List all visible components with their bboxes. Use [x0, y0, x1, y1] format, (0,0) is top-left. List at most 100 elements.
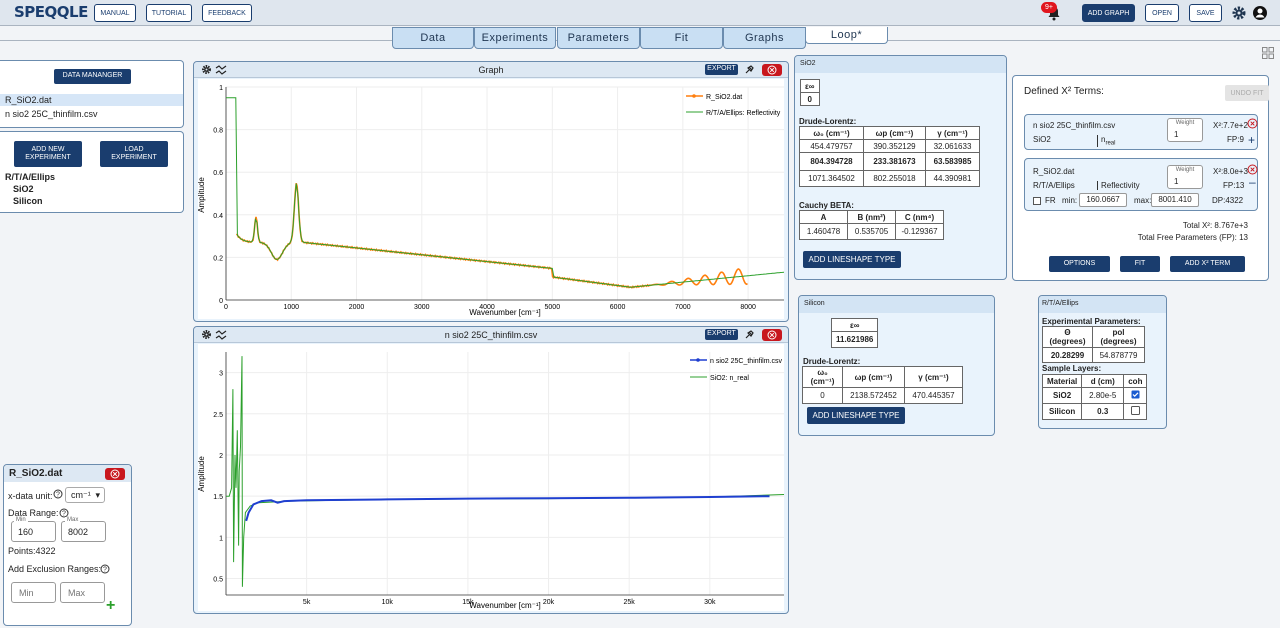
- feedback-button[interactable]: FEEDBACK: [202, 4, 252, 22]
- column-header: d (cm): [1081, 374, 1125, 388]
- load-experiment-button[interactable]: LOAD EXPERIMENT: [100, 141, 168, 167]
- save-button[interactable]: SAVE: [1189, 4, 1222, 22]
- user-account-icon[interactable]: [1252, 5, 1268, 21]
- layer-item-silicon[interactable]: Silicon: [13, 196, 43, 206]
- remove-term-icon[interactable]: [1247, 118, 1258, 129]
- table-cell[interactable]: 63.583985: [925, 152, 980, 171]
- weight-input[interactable]: Weight 1: [1167, 118, 1203, 142]
- table-cell[interactable]: 1.460478: [799, 223, 848, 240]
- table-cell[interactable]: -0.129367: [895, 223, 944, 240]
- close-graph-button[interactable]: [762, 64, 782, 76]
- export-button[interactable]: EXPORT: [705, 329, 738, 340]
- table-cell[interactable]: 804.394728: [799, 152, 864, 171]
- y-tick-label: 0.5: [213, 577, 223, 584]
- table-cell[interactable]: 0: [802, 387, 843, 404]
- table-cell[interactable]: 233.381673: [863, 152, 926, 171]
- export-button[interactable]: EXPORT: [705, 64, 738, 75]
- tab-parameters[interactable]: Parameters: [557, 27, 640, 49]
- add-new-experiment-button[interactable]: ADD NEW EXPERIMENT: [14, 141, 82, 167]
- sio2-parameters-panel: SiO2 ε∞ 0 Drude-Lorentz: ω₀ (cm⁻¹) ωp (cm⁻…: [794, 55, 1007, 280]
- table-cell[interactable]: 390.352129: [863, 139, 926, 153]
- table-cell[interactable]: 0.535705: [847, 223, 896, 240]
- tab-fit[interactable]: Fit: [640, 27, 723, 49]
- table-cell[interactable]: 32.061633: [925, 139, 980, 153]
- graph-panel-reflectivity: Graph EXPORT 1 0.8 0.6 0.4 0.2 0 0 1000 2000 3000…: [193, 61, 789, 322]
- add-lineshape-button[interactable]: ADD LINESHAPE TYPE: [807, 407, 905, 424]
- coherent-checkbox[interactable]: [1123, 403, 1148, 420]
- tab-loop[interactable]: Loop*: [805, 27, 888, 44]
- pin-icon[interactable]: [744, 329, 755, 340]
- undo-fit-button[interactable]: UNDO FIT: [1225, 85, 1269, 101]
- einf-table: ε∞ 11.621986: [830, 318, 879, 348]
- add-graph-button[interactable]: ADD GRAPH: [1082, 4, 1135, 22]
- total-chi-squared: Total X²: 8.767e+3: [1182, 221, 1248, 230]
- sample-layers-table: Material d (cm) coh SiO2 2.80e-5 Silicon 0.3: [1041, 374, 1148, 420]
- fit-range-min-input[interactable]: 160.0667: [1079, 193, 1127, 207]
- x-tick-label: 30k: [704, 599, 716, 606]
- free-range-checkbox[interactable]: [1033, 197, 1041, 205]
- weight-input[interactable]: Weight 1: [1167, 165, 1203, 189]
- table-cell[interactable]: 454.479757: [799, 139, 864, 153]
- x-tick-label: 8000: [740, 304, 756, 311]
- add-exclusion-icon[interactable]: +: [106, 598, 115, 614]
- tab-data[interactable]: Data: [392, 27, 474, 49]
- graph-canvas[interactable]: 1 0.8 0.6 0.4 0.2 0 0 1000 2000 3000 4000 5000 6000 7…: [197, 79, 785, 319]
- term-free-params: FP:9: [1227, 135, 1244, 144]
- range-max-label: Max: [65, 517, 81, 523]
- column-header: B (nm²): [847, 210, 896, 224]
- expand-icon[interactable]: +: [1248, 134, 1255, 146]
- help-icon[interactable]: ?: [53, 489, 63, 499]
- legend-fit-series: SiO2: n_real: [710, 375, 749, 382]
- x-tick-label: 10k: [382, 599, 394, 606]
- open-button[interactable]: OPEN: [1145, 4, 1179, 22]
- remove-term-icon[interactable]: [1247, 164, 1258, 175]
- collapse-icon[interactable]: –: [1249, 176, 1256, 188]
- exclusion-max-input[interactable]: [60, 582, 105, 603]
- options-button[interactable]: OPTIONS: [1049, 256, 1110, 272]
- file-item-n-sio2[interactable]: n sio2 25C_thinfilm.csv: [5, 108, 98, 120]
- close-graph-button[interactable]: [762, 329, 782, 341]
- fit-range-max-input[interactable]: 8001.410: [1151, 193, 1199, 207]
- column-header: ωp (cm⁻¹): [842, 366, 905, 388]
- layer-item-sio2[interactable]: SiO2: [13, 184, 34, 194]
- add-lineshape-button[interactable]: ADD LINESHAPE TYPE: [803, 251, 901, 268]
- fit-button[interactable]: FIT: [1120, 256, 1160, 272]
- close-file-settings-button[interactable]: [105, 468, 125, 480]
- manual-button[interactable]: MANUAL: [94, 4, 136, 22]
- sample-layers-label: Sample Layers:: [1042, 364, 1102, 373]
- range-min-input[interactable]: 160: [11, 521, 56, 542]
- x-tick-label: 25k: [624, 599, 636, 606]
- column-header: γ (cm⁻¹): [925, 126, 980, 140]
- coherent-checkbox[interactable]: [1123, 387, 1148, 404]
- tab-experiments[interactable]: Experiments: [474, 27, 556, 49]
- add-chi-term-button[interactable]: ADD X² TERM: [1170, 256, 1245, 272]
- table-cell: Silicon: [1041, 403, 1083, 420]
- help-icon[interactable]: ?: [100, 564, 110, 574]
- table-cell[interactable]: 802.255018: [863, 170, 926, 187]
- table-cell[interactable]: 1071.364502: [799, 170, 864, 187]
- x-axis-label: Wavenumber [cm⁻¹]: [469, 601, 541, 610]
- gear-icon[interactable]: [1231, 5, 1247, 21]
- einf-value[interactable]: 0: [800, 92, 820, 106]
- exclusion-min-input[interactable]: [11, 582, 56, 603]
- tutorial-button[interactable]: TUTORIAL: [146, 4, 192, 22]
- table-cell[interactable]: 54.878779: [1092, 347, 1145, 363]
- table-cell[interactable]: 470.445357: [904, 387, 963, 404]
- table-cell[interactable]: 0.3: [1081, 403, 1125, 420]
- graph-canvas[interactable]: 3 2.5 2 1.5 1 0.5 5k 10k 15k 20k 25k 30k Amplitude …: [197, 344, 785, 611]
- table-row: 454.479757 390.352129 32.061633: [799, 139, 980, 153]
- x-unit-select[interactable]: cm⁻¹ ▾: [65, 487, 105, 503]
- experiment-name[interactable]: R/T/A/Ellips: [5, 172, 55, 182]
- grid-layout-icon[interactable]: [1262, 47, 1274, 59]
- table-cell[interactable]: 20.28299: [1042, 347, 1093, 363]
- range-max-label: max:: [1134, 196, 1152, 205]
- table-cell[interactable]: 2.80e-5: [1081, 387, 1125, 404]
- data-manager-button[interactable]: DATA MANANGER: [54, 69, 131, 84]
- pin-icon[interactable]: [744, 64, 755, 75]
- einf-value[interactable]: 11.621986: [830, 331, 879, 348]
- file-item-r-sio2[interactable]: R_SiO2.dat: [0, 94, 183, 106]
- tab-graphs[interactable]: Graphs: [723, 27, 806, 49]
- table-cell[interactable]: 2138.572452: [842, 387, 905, 404]
- table-cell[interactable]: 44.390981: [925, 170, 980, 187]
- range-max-input[interactable]: 8002: [61, 521, 106, 542]
